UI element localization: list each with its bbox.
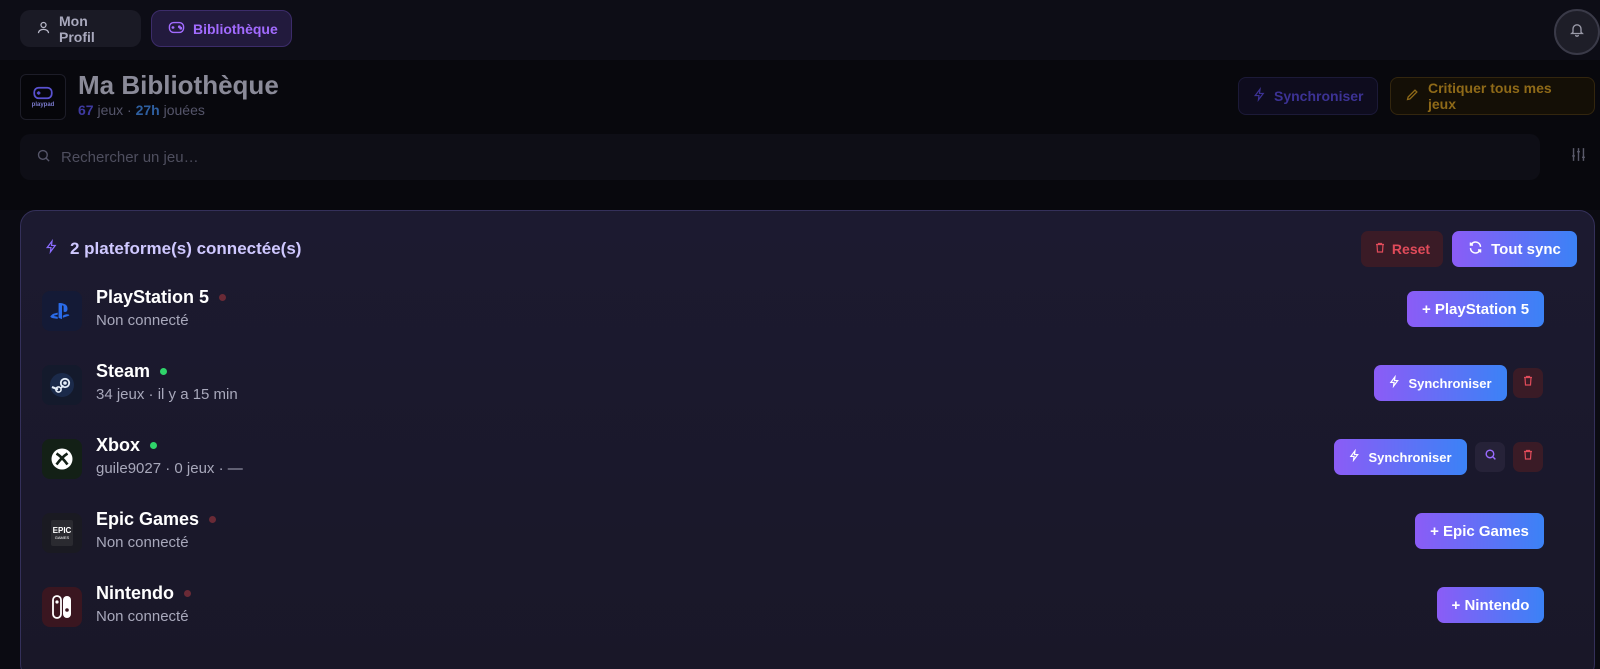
platform-name-text: PlayStation 5	[96, 287, 210, 307]
search-placeholder: Rechercher un jeu…	[61, 148, 199, 166]
platform-name-text: Xbox	[96, 435, 141, 455]
filters-button[interactable]	[1556, 134, 1600, 180]
critique-all-button[interactable]: Critiquer tous mes jeux	[1390, 77, 1595, 115]
pencil-icon	[1405, 87, 1420, 105]
bolt-icon	[45, 238, 58, 260]
trash-icon	[1522, 374, 1534, 392]
steam-icon	[42, 365, 82, 405]
search-xbox-button[interactable]	[1475, 442, 1505, 472]
platform-row-epic: EPIC GAMES Epic Games Non connecté + Epi…	[21, 505, 1596, 567]
platform-row-playstation: PlayStation 5 Non connecté + PlayStation…	[21, 283, 1596, 345]
bell-icon	[1569, 21, 1585, 43]
platform-name: Epic Games	[96, 509, 217, 530]
add-playstation-button[interactable]: + PlayStation 5	[1407, 291, 1544, 327]
status-dot-disconnected	[219, 294, 227, 301]
sync-xbox-label: Synchroniser	[1368, 449, 1452, 465]
platform-row-nintendo: Nintendo Non connecté + Nintendo	[21, 579, 1596, 641]
platform-subtitle: Non connecté	[96, 608, 189, 625]
games-word: jeux	[97, 102, 124, 118]
sync-all-button[interactable]: Tout sync	[1452, 231, 1577, 267]
platform-name-text: Steam	[96, 361, 151, 381]
trash-icon	[1374, 241, 1386, 257]
epic-games-icon: EPIC GAMES	[42, 513, 82, 553]
logo-text: playpad	[31, 102, 55, 108]
status-dot-connected	[160, 368, 168, 375]
stats-separator: ·	[127, 102, 132, 118]
platform-subtitle: guile9027 · 0 jeux · —	[96, 460, 243, 477]
app-logo: playpad	[20, 74, 66, 120]
search-icon	[36, 148, 51, 167]
top-nav: Mon Profil Bibliothèque	[0, 0, 1600, 60]
nav-profile-button[interactable]: Mon Profil	[20, 10, 141, 47]
library-stats: 67 jeux · 27h jouées	[78, 102, 205, 118]
platform-row-xbox: Xbox guile9027 · 0 jeux · — Synchroniser	[21, 431, 1596, 493]
add-nintendo-button[interactable]: + Nintendo	[1437, 587, 1544, 623]
delete-steam-button[interactable]	[1513, 368, 1543, 398]
refresh-icon	[1468, 240, 1483, 259]
page-title: Ma Bibliothèque	[78, 70, 279, 100]
platform-name-text: Epic Games	[96, 509, 200, 529]
epic-icon-subtext: GAMES	[54, 535, 70, 540]
nintendo-switch-icon	[42, 587, 82, 627]
epic-icon-text: EPIC	[52, 526, 72, 535]
nav-library-label: Bibliothèque	[193, 20, 278, 37]
playstation-icon	[42, 291, 82, 331]
platform-name: Nintendo	[96, 583, 191, 604]
nav-profile-label: Mon Profil	[59, 12, 95, 45]
platform-subtitle: Non connecté	[96, 534, 189, 551]
sync-all-label: Tout sync	[1491, 240, 1561, 258]
add-epic-games-button[interactable]: + Epic Games	[1415, 513, 1544, 549]
trash-icon	[1522, 448, 1534, 466]
user-icon	[36, 20, 51, 38]
platform-subtitle: Non connecté	[96, 312, 189, 329]
platform-name-text: Nintendo	[96, 583, 174, 603]
panel-heading-text: 2 plateforme(s) connectée(s)	[70, 239, 302, 258]
nav-library-button[interactable]: Bibliothèque	[151, 10, 292, 47]
critique-all-label: Critiquer tous mes jeux	[1428, 80, 1552, 112]
sync-xbox-button[interactable]: Synchroniser	[1334, 439, 1467, 475]
platform-name: Xbox	[96, 435, 158, 456]
sliders-icon	[1570, 146, 1587, 168]
platform-name: PlayStation 5	[96, 287, 227, 308]
delete-xbox-button[interactable]	[1513, 442, 1543, 472]
platform-name: Steam	[96, 361, 168, 382]
platform-subtitle: 34 jeux · il y a 15 min	[96, 386, 238, 403]
xbox-icon	[42, 439, 82, 479]
status-dot-disconnected	[209, 516, 217, 523]
hours-played: 27h	[135, 102, 160, 118]
sync-steam-button[interactable]: Synchroniser	[1374, 365, 1507, 401]
games-count: 67	[78, 102, 94, 118]
panel-heading: 2 plateforme(s) connectée(s)	[45, 238, 301, 260]
sync-steam-label: Synchroniser	[1408, 375, 1492, 391]
search-icon	[1484, 448, 1497, 466]
platforms-panel: 2 plateforme(s) connectée(s) Reset Tout …	[20, 210, 1595, 669]
platform-row-steam: Steam 34 jeux · il y a 15 min Synchronis…	[21, 357, 1596, 419]
reset-label: Reset	[1391, 241, 1431, 257]
status-dot-connected	[150, 442, 158, 449]
bolt-icon	[1389, 374, 1400, 391]
header-sync-label: Synchroniser	[1274, 88, 1364, 104]
hours-word: jouées	[163, 102, 205, 118]
bolt-icon	[1253, 86, 1266, 105]
bolt-icon	[1349, 448, 1360, 465]
reset-button[interactable]: Reset	[1361, 231, 1443, 267]
notifications-button[interactable]	[1554, 9, 1600, 55]
search-input[interactable]: Rechercher un jeu…	[20, 134, 1540, 180]
library-header: playpad Ma Bibliothèque 67 jeux · 27h jo…	[0, 60, 1600, 210]
status-dot-disconnected	[184, 590, 191, 597]
header-sync-button[interactable]: Synchroniser	[1238, 77, 1378, 115]
gamepad-icon	[168, 20, 185, 38]
